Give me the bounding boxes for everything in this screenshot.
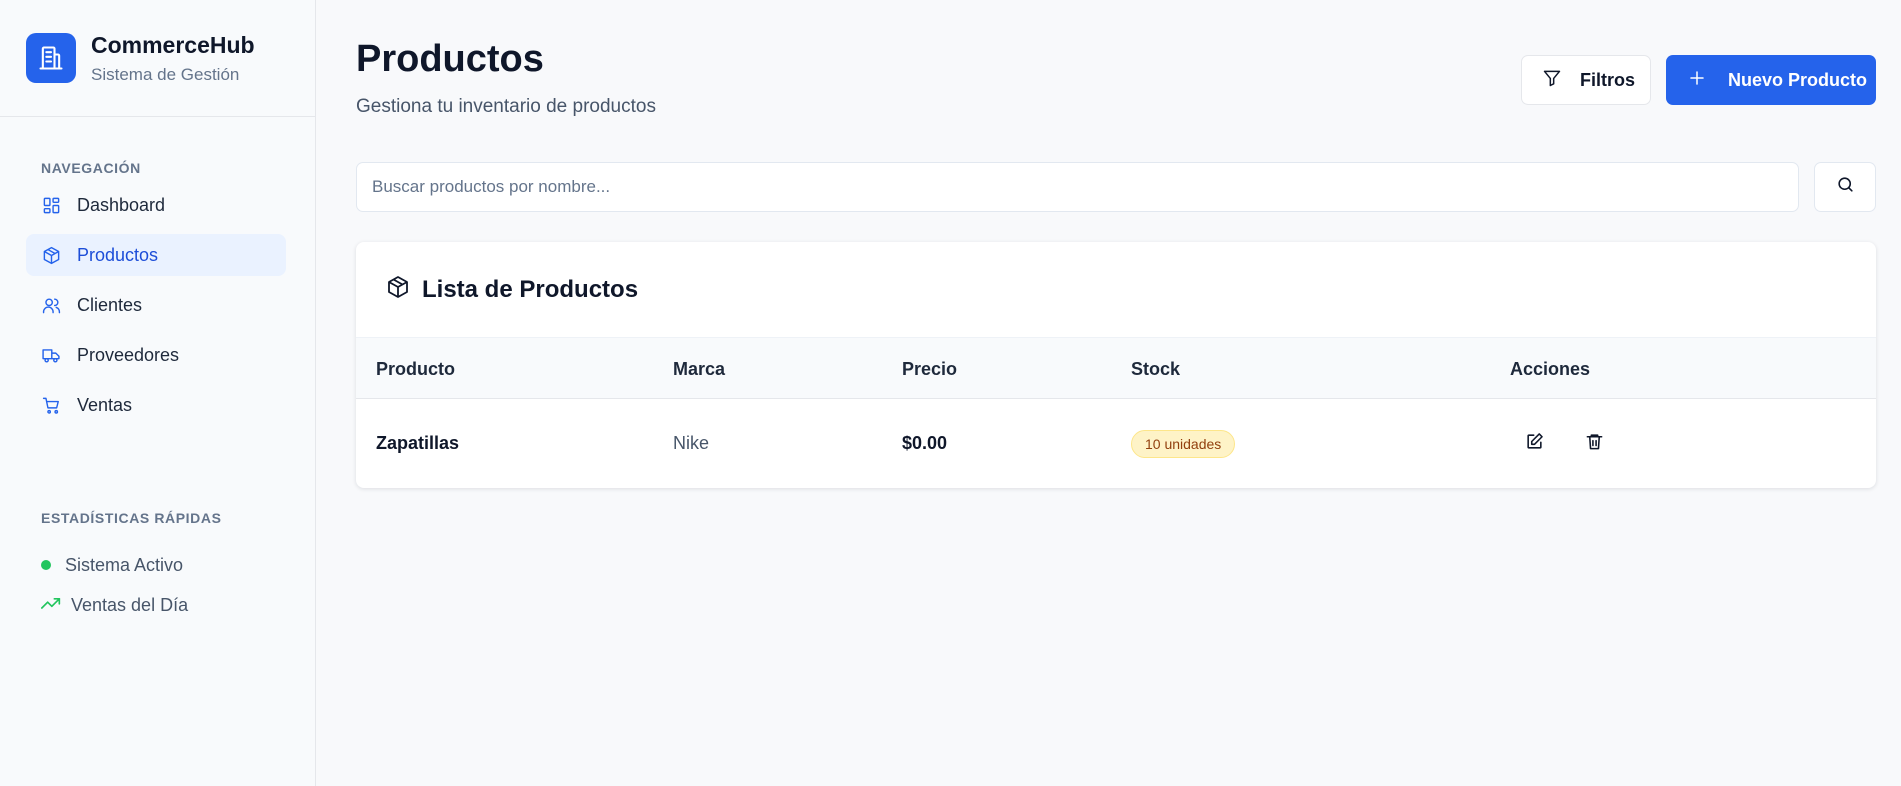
users-icon — [41, 295, 61, 315]
edit-icon — [1525, 432, 1544, 456]
card-title: Lista de Productos — [422, 275, 639, 303]
cell-producto: Zapatillas — [376, 433, 460, 453]
sidebar-item-ventas[interactable]: Ventas — [26, 384, 286, 426]
filters-button[interactable]: Filtros — [1521, 55, 1651, 105]
filter-icon — [1542, 68, 1562, 93]
stock-badge: 10 unidades — [1131, 429, 1236, 458]
sidebar-item-label: Dashboard — [77, 194, 166, 215]
sidebar-item-clientes[interactable]: Clientes — [26, 284, 286, 326]
status-dot — [41, 560, 51, 570]
cell-stock: 10 unidades — [1131, 399, 1236, 488]
quick-stats: Sistema Activo Ventas del Día — [41, 545, 188, 625]
brand-name: CommerceHub — [91, 31, 255, 58]
stat-label: Ventas del Día — [71, 594, 189, 615]
sidebar-item-label: Clientes — [77, 294, 143, 315]
page-subtitle: Gestiona tu inventario de productos — [356, 96, 656, 117]
nav-section-label: NAVEGACIÓN — [41, 160, 141, 176]
search-input[interactable] — [356, 162, 1799, 212]
column-header-stock: Stock — [1131, 359, 1181, 379]
column-header-acciones: Acciones — [1510, 359, 1591, 379]
stat-system-active: Sistema Activo — [41, 545, 188, 585]
layout-grid-icon — [41, 195, 61, 215]
sidebar-item-dashboard[interactable]: Dashboard — [26, 184, 286, 226]
table-header: Producto Marca Precio Stock Acciones — [356, 337, 1876, 399]
brand: CommerceHub Sistema de Gestión — [0, 0, 315, 117]
sidebar: CommerceHub Sistema de Gestión NAVEGACIÓ… — [0, 0, 316, 786]
stats-section-label: ESTADÍSTICAS RÁPIDAS — [41, 510, 222, 526]
column-header-marca: Marca — [673, 359, 726, 379]
search-icon — [1836, 175, 1855, 199]
cell-marca: Nike — [673, 433, 710, 453]
sidebar-nav: Dashboard Productos Clientes Proveedores… — [26, 184, 286, 434]
package-icon — [41, 245, 61, 265]
shopping-cart-icon — [41, 395, 61, 415]
sidebar-item-label: Ventas — [77, 394, 133, 415]
sidebar-item-label: Productos — [77, 244, 159, 265]
package-icon — [386, 275, 410, 304]
sidebar-item-proveedores[interactable]: Proveedores — [26, 334, 286, 376]
sidebar-item-productos[interactable]: Productos — [26, 234, 286, 276]
stat-sales-today: Ventas del Día — [41, 585, 188, 625]
sidebar-item-label: Proveedores — [77, 344, 180, 365]
products-card: Lista de Productos Producto Marca Precio… — [356, 242, 1876, 488]
card-header: Lista de Productos — [356, 242, 1876, 337]
trash-icon — [1585, 432, 1604, 456]
cell-precio: $0.00 — [902, 433, 948, 453]
stat-label: Sistema Activo — [65, 554, 184, 575]
search-button[interactable] — [1814, 162, 1876, 212]
cell-acciones — [1516, 399, 1612, 488]
column-header-producto: Producto — [376, 359, 455, 379]
new-product-label: Nuevo Producto — [1728, 69, 1868, 90]
page-title: Productos — [356, 38, 544, 80]
edit-button[interactable] — [1516, 426, 1552, 462]
filters-label: Filtros — [1580, 69, 1636, 90]
new-product-button[interactable]: Nuevo Producto — [1666, 55, 1876, 105]
column-header-precio: Precio — [902, 359, 958, 379]
truck-icon — [41, 345, 61, 365]
trending-up-icon — [41, 596, 61, 615]
building-icon — [26, 33, 76, 83]
table-row: Zapatillas Nike $0.00 10 unidades — [356, 399, 1876, 488]
plus-icon — [1688, 69, 1706, 92]
delete-button[interactable] — [1576, 426, 1612, 462]
brand-subtitle: Sistema de Gestión — [91, 64, 240, 84]
